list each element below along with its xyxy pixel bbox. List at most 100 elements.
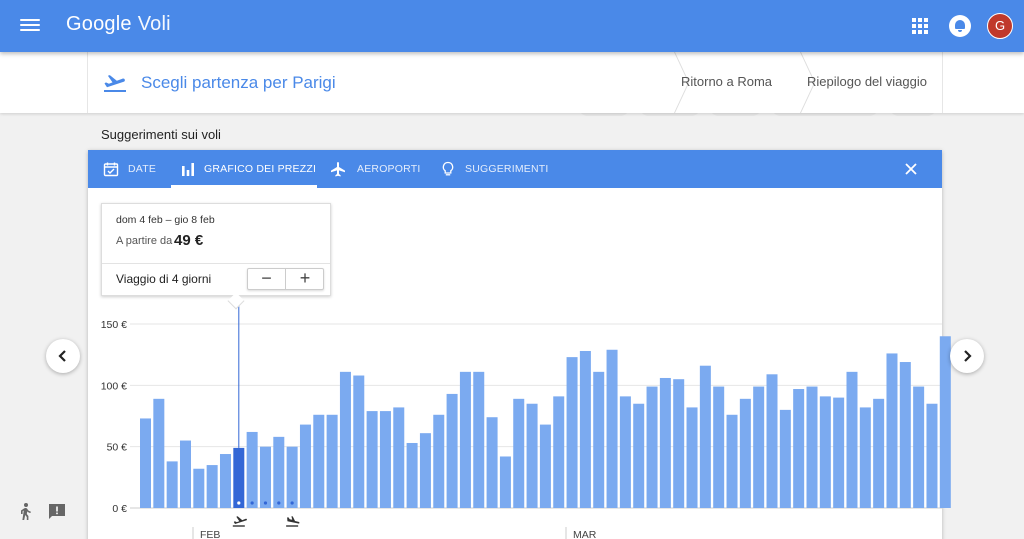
previous-dates-button[interactable] (46, 339, 80, 373)
price-bar[interactable] (313, 414, 325, 508)
tooltip-dates: dom 4 feb – gio 8 feb (116, 214, 215, 226)
price-bar[interactable] (513, 398, 525, 508)
price-bar[interactable] (646, 386, 658, 508)
price-bar[interactable] (286, 446, 298, 508)
step-summary[interactable]: Riepilogo del viaggio (807, 74, 927, 89)
price-bar[interactable] (179, 440, 191, 508)
step-current-departure: Scegli partenza per Parigi (141, 73, 336, 92)
feedback-icon[interactable] (47, 502, 67, 522)
brand-google: Google (66, 13, 132, 35)
brand-logo[interactable]: Google Voli (66, 13, 171, 36)
decrease-days-button[interactable]: − (248, 269, 286, 289)
chevron-right-icon (964, 350, 972, 362)
price-bar[interactable] (566, 357, 578, 508)
price-bar[interactable] (939, 336, 951, 508)
price-bar[interactable] (219, 454, 231, 508)
price-bar[interactable] (806, 386, 818, 508)
departure-plane-icon (104, 75, 126, 92)
price-bar[interactable] (433, 414, 445, 508)
price-bar[interactable] (793, 389, 805, 508)
next-dates-button[interactable] (950, 339, 984, 373)
price-bar[interactable] (873, 398, 885, 508)
price-bar[interactable] (926, 403, 938, 508)
increase-days-button[interactable]: + (286, 269, 324, 289)
price-bar[interactable] (459, 371, 471, 508)
price-bar[interactable] (259, 446, 271, 508)
price-bar[interactable] (886, 353, 898, 508)
price-bar[interactable] (366, 411, 378, 508)
price-bar[interactable] (819, 396, 831, 508)
price-bar[interactable] (766, 374, 778, 508)
price-bar[interactable] (419, 433, 431, 508)
tab-label: AEROPORTI (357, 163, 421, 175)
tab-date[interactable]: DATE (103, 150, 173, 188)
price-bar[interactable] (206, 465, 218, 508)
suggestion-tabs: DATE GRAFICO DEI PREZZI AEROPORTI SUGGER… (88, 150, 942, 188)
price-bar[interactable] (659, 377, 671, 508)
price-bar[interactable] (273, 436, 285, 508)
price-bar[interactable] (673, 379, 685, 508)
price-bar[interactable] (473, 371, 485, 508)
price-bar[interactable] (379, 411, 391, 508)
tooltip-price: 49 € (174, 232, 204, 249)
app-bar: Google Voli G (0, 0, 1024, 52)
bar-chart-icon (182, 163, 194, 176)
price-bar[interactable] (606, 349, 618, 508)
price-bar[interactable] (726, 414, 738, 508)
price-bar[interactable] (739, 398, 751, 508)
step-return[interactable]: Ritorno a Roma (681, 74, 772, 89)
notifications-bell-icon[interactable] (949, 15, 971, 37)
tooltip-from-label: A partire da (116, 235, 173, 247)
price-bar[interactable] (246, 431, 258, 508)
price-bar[interactable] (326, 414, 338, 508)
menu-icon[interactable] (20, 16, 40, 36)
accessibility-walk-icon[interactable] (15, 502, 35, 522)
price-bar[interactable] (753, 386, 765, 508)
price-bar[interactable] (633, 403, 645, 508)
price-bar[interactable] (619, 396, 631, 508)
price-bar[interactable] (833, 397, 845, 508)
price-bar[interactable] (779, 409, 791, 508)
step-separator (786, 52, 798, 113)
price-bar[interactable] (393, 407, 405, 508)
close-icon[interactable] (903, 161, 919, 177)
price-bar[interactable] (699, 365, 711, 508)
price-bar[interactable] (579, 350, 591, 508)
tab-label: GRAFICO DEI PREZZI (204, 163, 317, 175)
price-bar[interactable] (913, 386, 925, 508)
price-bar[interactable] (859, 407, 871, 508)
price-bar[interactable] (446, 393, 458, 508)
tab-label: DATE (128, 163, 157, 175)
price-bar[interactable] (233, 447, 245, 508)
price-bar[interactable] (140, 418, 151, 508)
suggestions-title: Suggerimenti sui voli (101, 127, 221, 142)
tab-price-graph[interactable]: GRAFICO DEI PREZZI (171, 150, 317, 188)
price-bar[interactable] (499, 456, 511, 508)
calendar-check-icon (103, 162, 119, 177)
price-bar[interactable] (153, 398, 165, 508)
trip-length-label: Viaggio di 4 giorni (116, 272, 212, 286)
price-bar[interactable] (846, 371, 858, 508)
price-bar[interactable] (166, 461, 178, 508)
price-bar[interactable] (539, 424, 551, 508)
price-bar[interactable] (353, 375, 365, 508)
price-bar[interactable] (486, 417, 498, 508)
airplane-icon (331, 162, 345, 177)
price-bar[interactable] (526, 403, 538, 508)
price-bar[interactable] (553, 396, 565, 508)
trip-length-stepper: − + (247, 268, 324, 290)
price-bar[interactable] (299, 424, 311, 508)
avatar[interactable]: G (987, 13, 1013, 39)
tab-suggestions[interactable]: SUGGERIMENTI (440, 150, 550, 188)
price-bar[interactable] (339, 371, 351, 508)
price-bar[interactable] (899, 362, 911, 508)
price-bar[interactable] (593, 371, 605, 508)
tab-airports[interactable]: AEROPORTI (330, 150, 430, 188)
price-bar[interactable] (713, 386, 725, 508)
apps-grid-icon[interactable] (912, 18, 928, 34)
price-bar[interactable] (686, 407, 698, 508)
selected-dates-tooltip: dom 4 feb – gio 8 feb A partire da 49 € … (101, 203, 331, 310)
brand-voli: Voli (137, 13, 171, 35)
price-bar[interactable] (406, 442, 418, 508)
price-bar[interactable] (193, 468, 205, 508)
